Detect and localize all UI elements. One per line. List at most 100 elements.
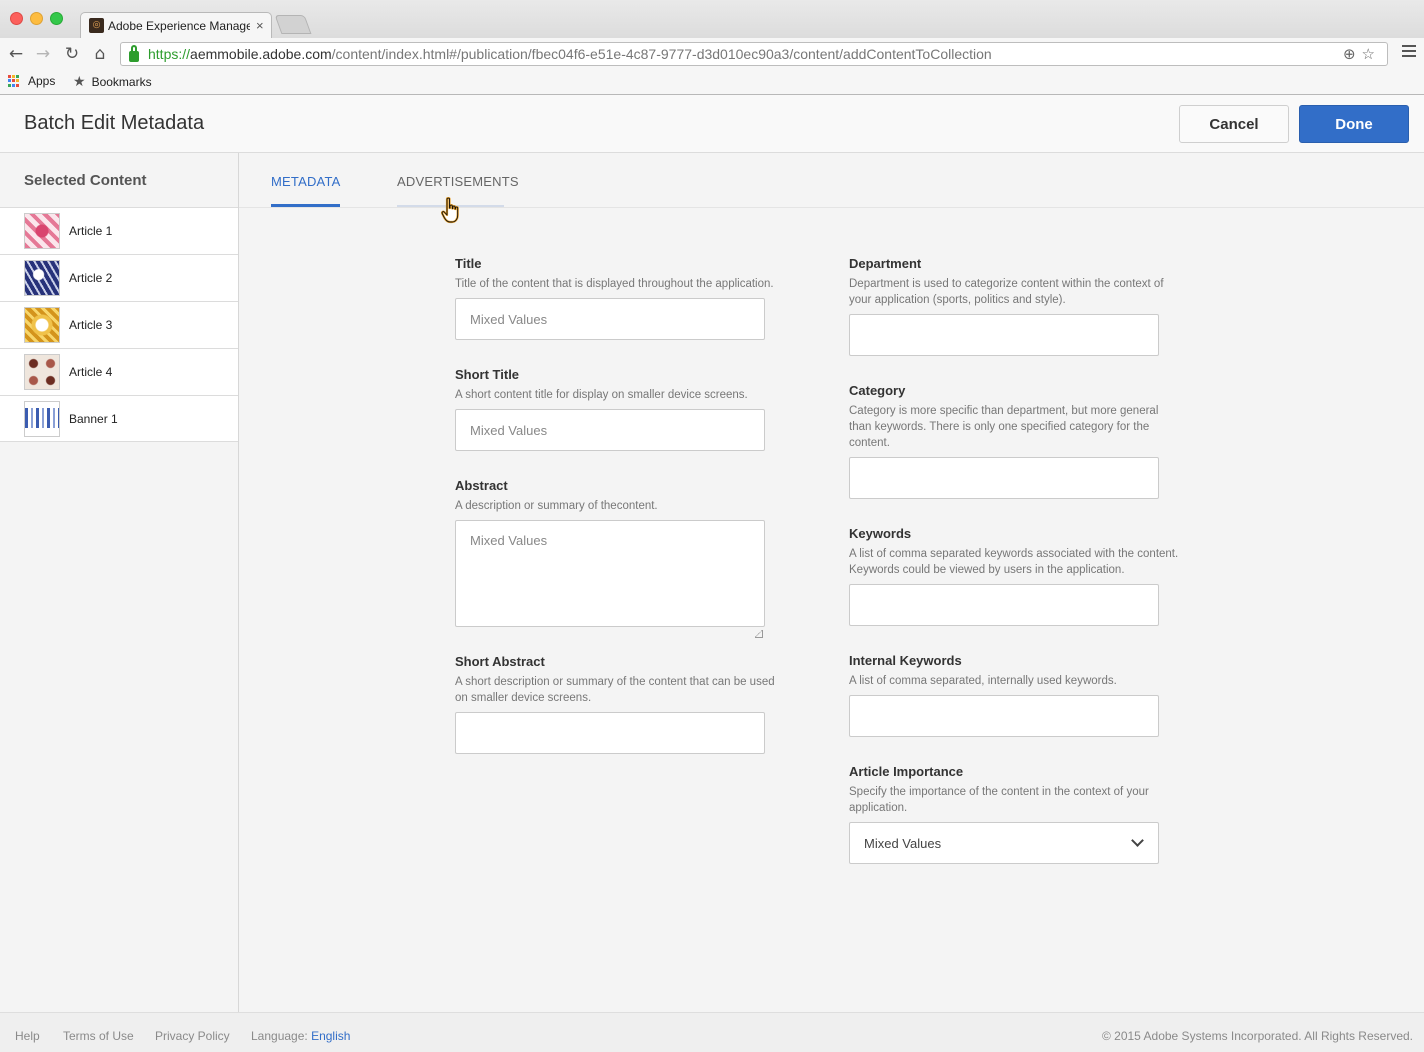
department-field: Department Department is used to categor… bbox=[849, 256, 1179, 356]
forward-arrow-icon[interactable]: → bbox=[32, 43, 54, 65]
banner-1-thumbnail bbox=[24, 400, 60, 437]
article-2-thumbnail bbox=[24, 260, 60, 296]
browser-menu-icon[interactable] bbox=[1402, 43, 1416, 57]
short-title-help: A short content title for display on sma… bbox=[455, 389, 748, 401]
browser-tab-title: Adobe Experience Manager bbox=[108, 18, 250, 33]
short-title-field: Short Title A short content title for di… bbox=[455, 367, 785, 451]
cancel-button[interactable]: Cancel bbox=[1179, 105, 1289, 143]
footer-language-link[interactable]: English bbox=[311, 1029, 350, 1043]
article-3-thumbnail bbox=[24, 307, 60, 343]
short-title-input[interactable] bbox=[455, 409, 765, 451]
address-bar[interactable]: https://aemmobile.adobe.com/content/inde… bbox=[120, 42, 1388, 66]
active-tab-indicator bbox=[271, 204, 340, 207]
bookmark-apps[interactable]: Apps bbox=[8, 74, 55, 88]
tab-bar: METADATA ADVERTISEMENTS bbox=[239, 153, 1424, 208]
list-item-article-1[interactable]: Article 1 bbox=[0, 207, 238, 254]
list-item-label: Article 2 bbox=[69, 271, 113, 285]
short-abstract-field: Short Abstract A short description or su… bbox=[455, 654, 785, 754]
zoom-and-star-icons[interactable]: ⊕☆ bbox=[1343, 45, 1381, 63]
internal-keywords-field: Internal Keywords A list of comma separa… bbox=[849, 653, 1179, 737]
textarea-resize-handle[interactable] bbox=[755, 630, 763, 638]
article-importance-value: Mixed Values bbox=[864, 835, 942, 851]
bookmarks-bar: Apps ★ Bookmarks bbox=[0, 70, 1424, 94]
selected-content-list: Article 1 Article 2 Article 3 Article 4 … bbox=[0, 207, 238, 442]
zoom-window-button[interactable] bbox=[50, 12, 63, 25]
category-input[interactable] bbox=[849, 457, 1159, 499]
footer-privacy-link[interactable]: Privacy Policy bbox=[155, 1029, 230, 1043]
department-input[interactable] bbox=[849, 314, 1159, 356]
footer-language: Language: English bbox=[251, 1029, 350, 1043]
short-abstract-label: Short Abstract bbox=[455, 654, 545, 669]
home-icon[interactable]: ⌂ bbox=[89, 43, 111, 65]
list-item-article-2[interactable]: Article 2 bbox=[0, 254, 238, 301]
abstract-textarea[interactable] bbox=[455, 520, 765, 627]
list-item-article-4[interactable]: Article 4 bbox=[0, 348, 238, 395]
lock-icon bbox=[129, 44, 139, 62]
sidebar-heading: Selected Content bbox=[24, 172, 147, 189]
category-label: Category bbox=[849, 383, 906, 398]
internal-keywords-input[interactable] bbox=[849, 695, 1159, 737]
browser-chrome: ◎ Adobe Experience Manager × ← → ↻ ⌂ htt… bbox=[0, 0, 1424, 95]
category-field: Category Category is more specific than … bbox=[849, 383, 1179, 499]
bookmark-folder[interactable]: ★ Bookmarks bbox=[73, 74, 152, 90]
url-text: https://aemmobile.adobe.com/content/inde… bbox=[148, 46, 992, 62]
list-item-label: Article 4 bbox=[69, 365, 113, 379]
keywords-input[interactable] bbox=[849, 584, 1159, 626]
list-item-label: Article 3 bbox=[69, 318, 113, 332]
article-1-thumbnail bbox=[24, 213, 60, 249]
title-label: Title bbox=[455, 256, 482, 271]
selected-content-sidebar: Selected Content Article 1 Article 2 Art… bbox=[0, 153, 239, 1012]
article-importance-field: Article Importance Specify the importanc… bbox=[849, 764, 1179, 864]
short-abstract-input[interactable] bbox=[455, 712, 765, 754]
article-importance-help: Specify the importance of the content in… bbox=[849, 786, 1149, 814]
star-icon: ★ bbox=[73, 74, 86, 90]
bookmark-star-icon[interactable]: ☆ bbox=[1362, 45, 1381, 63]
department-help: Department is used to categorize content… bbox=[849, 278, 1164, 306]
list-item-article-3[interactable]: Article 3 bbox=[0, 301, 238, 348]
keywords-help: A list of comma separated keywords assoc… bbox=[849, 548, 1179, 576]
keywords-label: Keywords bbox=[849, 526, 912, 541]
metadata-panel: METADATA ADVERTISEMENTS Title Title of t… bbox=[239, 153, 1424, 1012]
title-help: Title of the content that is displayed t… bbox=[455, 278, 774, 290]
footer-terms-link[interactable]: Terms of Use bbox=[63, 1029, 134, 1043]
keywords-field: Keywords A list of comma separated keywo… bbox=[849, 526, 1179, 626]
new-tab-button[interactable] bbox=[274, 15, 312, 34]
abstract-help: A description or summary of thecontent. bbox=[455, 500, 658, 512]
title-field: Title Title of the content that is displ… bbox=[455, 256, 785, 340]
close-window-button[interactable] bbox=[10, 12, 23, 25]
list-item-banner-1[interactable]: Banner 1 bbox=[0, 395, 238, 442]
back-arrow-icon[interactable]: ← bbox=[5, 43, 27, 65]
zoom-icon[interactable]: ⊕ bbox=[1343, 45, 1362, 63]
category-help: Category is more specific than departmen… bbox=[849, 405, 1159, 449]
reload-icon[interactable]: ↻ bbox=[61, 43, 83, 65]
page-title: Batch Edit Metadata bbox=[24, 112, 205, 134]
copyright-text: © 2015 Adobe Systems Incorporated. All R… bbox=[1101, 1029, 1413, 1043]
article-importance-select[interactable]: Mixed Values bbox=[849, 822, 1159, 864]
minimize-window-button[interactable] bbox=[30, 12, 43, 25]
done-button[interactable]: Done bbox=[1299, 105, 1409, 143]
aem-favicon-icon: ◎ bbox=[89, 18, 104, 33]
apps-grid-icon bbox=[8, 75, 20, 87]
bookmark-folder-label: Bookmarks bbox=[91, 75, 152, 89]
short-title-label: Short Title bbox=[455, 367, 520, 382]
browser-tabstrip: ◎ Adobe Experience Manager × bbox=[0, 0, 1424, 38]
list-item-label: Banner 1 bbox=[69, 411, 118, 426]
abstract-label: Abstract bbox=[455, 478, 508, 493]
tab-close-icon[interactable]: × bbox=[256, 19, 264, 32]
article-importance-label: Article Importance bbox=[849, 764, 964, 779]
title-input[interactable] bbox=[455, 298, 765, 340]
tab-metadata[interactable]: METADATA bbox=[271, 174, 341, 189]
browser-tab[interactable]: ◎ Adobe Experience Manager × bbox=[80, 12, 272, 38]
tab-advertisements[interactable]: ADVERTISEMENTS bbox=[397, 174, 519, 189]
page-footer: Help Terms of Use Privacy Policy Languag… bbox=[0, 1012, 1424, 1052]
list-item-label: Article 1 bbox=[69, 224, 113, 238]
footer-language-label: Language: bbox=[251, 1029, 308, 1043]
bookmark-apps-label: Apps bbox=[28, 74, 56, 88]
article-4-thumbnail bbox=[24, 354, 60, 390]
short-abstract-help: A short description or summary of the co… bbox=[455, 676, 775, 704]
footer-help-link[interactable]: Help bbox=[15, 1029, 40, 1043]
department-label: Department bbox=[849, 256, 922, 271]
internal-keywords-help: A list of comma separated, internally us… bbox=[849, 675, 1117, 687]
internal-keywords-label: Internal Keywords bbox=[849, 653, 962, 668]
abstract-field: Abstract A description or summary of the… bbox=[455, 478, 785, 638]
